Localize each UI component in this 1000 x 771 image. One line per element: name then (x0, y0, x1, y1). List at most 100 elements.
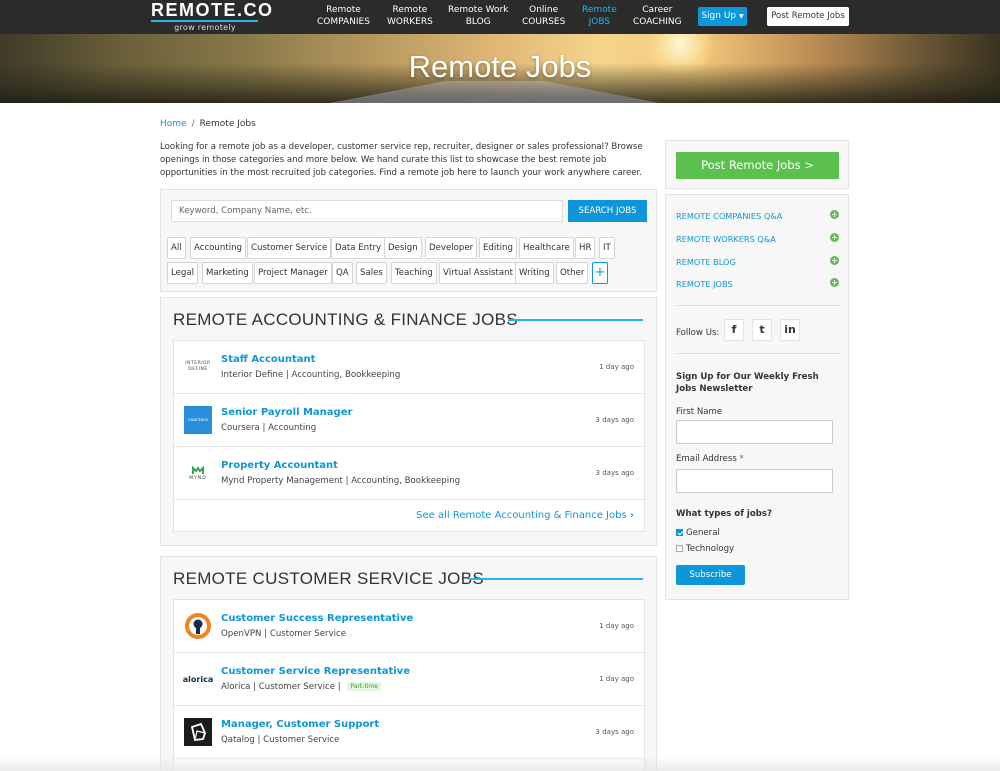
checkbox-general[interactable]: General (676, 528, 720, 538)
sidebar-link-companies-qa[interactable]: REMOTE COMPANIES Q&A + (676, 210, 839, 221)
email-field[interactable] (676, 469, 833, 493)
email-label-text: Email Address (676, 454, 737, 464)
accounting-jobs-section: REMOTE ACCOUNTING & FINANCE JOBS INTERIO… (160, 297, 657, 546)
sidebar-link-jobs[interactable]: REMOTE JOBS + (676, 278, 839, 289)
first-name-label: First Name (676, 407, 723, 417)
checkbox-technology[interactable]: Technology (676, 544, 734, 554)
facebook-icon[interactable]: f (724, 319, 744, 341)
nav-line2: COACHING (633, 17, 682, 27)
tag-developer[interactable]: Developer (425, 237, 478, 259)
plus-circle-icon: + (830, 210, 839, 219)
company-logo-text: INTERIOR DEFINE (185, 361, 211, 372)
nav-line1: Career (642, 5, 673, 15)
job-row[interactable]: coursera Senior Payroll Manager Coursera… (174, 394, 644, 447)
email-label: Email Address * (676, 454, 744, 464)
company-logo-text: coursera (188, 417, 208, 423)
tag-healthcare[interactable]: Healthcare (519, 237, 574, 259)
job-title-link[interactable]: Senior Payroll Manager (221, 407, 352, 418)
top-navbar: REMOTE.CO grow remotely Remote COMPANIES… (0, 0, 1000, 34)
tag-legal[interactable]: Legal (167, 262, 199, 284)
twitter-icon[interactable]: t (752, 319, 772, 341)
job-search-panel: Keyword, Company Name, etc. SEARCH JOBS … (160, 189, 657, 292)
tag-it[interactable]: IT (599, 237, 615, 259)
search-jobs-button[interactable]: SEARCH JOBS (568, 200, 647, 222)
tag-sales[interactable]: Sales (356, 262, 387, 284)
nav-line1: Remote (582, 5, 617, 15)
subscribe-button[interactable]: Subscribe (676, 565, 745, 585)
job-meta: Interior Define | Accounting, Bookkeepin… (221, 370, 401, 380)
sidebar-link-workers-qa[interactable]: REMOTE WORKERS Q&A + (676, 233, 839, 244)
job-title-link[interactable]: Customer Success Representative (221, 613, 413, 624)
checkbox-checked-icon (676, 529, 683, 536)
tag-other[interactable]: Other (556, 262, 589, 284)
see-all-label: See all Remote Accounting & Finance Jobs (416, 510, 627, 521)
job-categories: Customer Service (269, 629, 347, 639)
intro-paragraph: Looking for a remote job as a developer,… (160, 142, 643, 178)
breadcrumb-current: Remote Jobs (199, 119, 256, 129)
job-posted-age: 1 day ago (599, 363, 634, 371)
nav-remote-jobs[interactable]: Remote JOBS (582, 4, 617, 28)
tag-hr[interactable]: HR (575, 237, 596, 259)
nav-remote-companies[interactable]: Remote COMPANIES (317, 4, 370, 28)
plus-circle-icon: + (830, 233, 839, 242)
caret-down-icon: ▼ (739, 13, 744, 20)
openvpn-logo-icon (185, 613, 211, 639)
post-remote-jobs-nav-button[interactable]: Post Remote Jobs (767, 7, 849, 26)
tag-project-manager[interactable]: Project Manager (254, 262, 332, 284)
job-list: Customer Success Representative OpenVPN … (173, 599, 645, 771)
tag-marketing[interactable]: Marketing (202, 262, 253, 284)
signup-button[interactable]: Sign Up ▼ (698, 7, 747, 26)
linkedin-icon[interactable]: in (780, 319, 800, 341)
job-row[interactable]: Manager, Customer Support Qatalog | Cust… (174, 706, 644, 759)
title-underline (508, 319, 643, 321)
nav-remote-workers[interactable]: Remote WORKERS (387, 4, 433, 28)
nav-online-courses[interactable]: Online COURSES (522, 4, 565, 28)
sidebar-link-blog[interactable]: REMOTE BLOG + (676, 256, 839, 267)
nav-line1: Remote Work (448, 5, 509, 15)
sidebar-link-label: REMOTE BLOG (676, 257, 736, 267)
search-input[interactable]: Keyword, Company Name, etc. (171, 200, 563, 222)
sidebar-link-label: REMOTE JOBS (676, 279, 733, 289)
tag-virtual-assistant[interactable]: Virtual Assistant (439, 262, 517, 284)
section-title: REMOTE CUSTOMER SERVICE JOBS (173, 569, 484, 588)
plus-circle-icon: + (830, 278, 839, 287)
job-row[interactable]: Customer Success Representative OpenVPN … (174, 600, 644, 653)
see-all-accounting-link[interactable]: See all Remote Accounting & Finance Jobs… (416, 510, 634, 521)
job-row[interactable]: INTERIOR DEFINE Staff Accountant Interio… (174, 341, 644, 394)
nav-career-coaching[interactable]: Career COACHING (633, 4, 682, 28)
part-time-badge: Part-time (347, 682, 381, 691)
nav-line2: COURSES (522, 17, 566, 27)
signup-label: Sign Up (701, 11, 737, 21)
tag-design[interactable]: Design (384, 237, 422, 259)
company-logo: MYND (184, 459, 212, 487)
site-logo[interactable]: REMOTE.CO grow remotely (151, 0, 274, 32)
more-tags-button[interactable]: + (592, 262, 608, 284)
logo-underline (151, 20, 258, 22)
logo-wordmark: REMOTE.CO (151, 0, 274, 20)
job-row[interactable]: alorica Customer Service Representative … (174, 653, 644, 706)
breadcrumb-home-link[interactable]: Home (160, 119, 187, 129)
sidebar-divider (676, 353, 839, 354)
tag-accounting[interactable]: Accounting (190, 237, 246, 259)
job-title-link[interactable]: Customer Service Representative (221, 666, 410, 677)
tag-all[interactable]: All (167, 237, 186, 259)
tag-editing[interactable]: Editing (479, 237, 517, 259)
post-remote-jobs-button[interactable]: Post Remote Jobs > (676, 152, 839, 179)
job-types-label: What types of jobs? (676, 509, 773, 519)
tag-qa[interactable]: QA (332, 262, 353, 284)
job-categories: Accounting, Bookkeeping (351, 476, 461, 486)
tag-data-entry[interactable]: Data Entry (331, 237, 386, 259)
nav-line2: WORKERS (387, 17, 433, 27)
tag-teaching[interactable]: Teaching (391, 262, 437, 284)
job-title-link[interactable]: Property Accountant (221, 460, 338, 471)
breadcrumb: Home / Remote Jobs (160, 119, 256, 129)
job-title-link[interactable]: Staff Accountant (221, 354, 315, 365)
first-name-field[interactable] (676, 420, 833, 444)
tag-writing[interactable]: Writing (515, 262, 554, 284)
job-company: Interior Define (221, 370, 284, 380)
job-row[interactable]: MYND Property Accountant Mynd Property M… (174, 447, 644, 500)
nav-remote-work-blog[interactable]: Remote Work BLOG (448, 4, 508, 28)
newsletter-heading: Sign Up for Our Weekly Fresh Jobs Newsle… (676, 372, 819, 394)
tag-customer-service[interactable]: Customer Service (247, 237, 332, 259)
job-title-link[interactable]: Manager, Customer Support (221, 719, 379, 730)
